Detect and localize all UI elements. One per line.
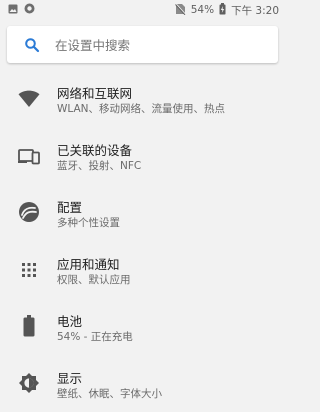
settings-item-title: 显示 (57, 371, 83, 386)
settings-item-battery[interactable]: 电池 54% - 正在充电 (0, 298, 285, 355)
settings-item-title: 已关联的设备 (57, 143, 133, 158)
settings-list: 网络和互联网 WLAN、移动网络、流量使用、热点 已关联的设备 蓝牙、投射、NF… (0, 70, 285, 412)
no-sim-icon (174, 2, 186, 18)
search-placeholder: 在设置中搜索 (55, 38, 131, 53)
status-bar: 54% 下午 3:20 (0, 0, 285, 20)
search-bar[interactable]: 在设置中搜索 (7, 26, 278, 63)
configure-icon (18, 201, 40, 223)
settings-item-subtitle: WLAN、移动网络、流量使用、热点 (57, 103, 226, 115)
settings-item-network[interactable]: 网络和互联网 WLAN、移动网络、流量使用、热点 (0, 70, 285, 127)
settings-item-title: 应用和通知 (57, 257, 120, 272)
battery-icon (18, 315, 40, 337)
settings-item-devices[interactable]: 已关联的设备 蓝牙、投射、NFC (0, 127, 285, 184)
search-icon (24, 37, 40, 53)
settings-item-title: 网络和互联网 (57, 86, 133, 101)
settings-item-subtitle: 多种个性设置 (57, 217, 120, 229)
settings-item-subtitle: 权限、默认应用 (57, 274, 131, 286)
wifi-icon (18, 88, 40, 110)
battery-charging-icon (219, 2, 226, 18)
image-icon (8, 4, 18, 17)
clock: 下午 3:20 (231, 4, 279, 17)
settings-item-subtitle: 壁纸、休眠、字体大小 (57, 388, 162, 400)
settings-item-subtitle: 54% - 正在充电 (57, 331, 133, 343)
status-left (8, 3, 35, 17)
status-right: 54% 下午 3:20 (174, 2, 279, 18)
apps-grid-icon (18, 259, 40, 281)
settings-item-display[interactable]: 显示 壁纸、休眠、字体大小 (0, 355, 285, 412)
settings-item-configure[interactable]: 配置 多种个性设置 (0, 184, 285, 241)
settings-item-apps[interactable]: 应用和通知 权限、默认应用 (0, 241, 285, 298)
settings-item-title: 电池 (57, 314, 83, 329)
brightness-icon (18, 372, 40, 394)
battery-percent: 54% (190, 4, 215, 16)
settings-item-subtitle: 蓝牙、投射、NFC (57, 160, 142, 172)
record-icon (24, 3, 35, 17)
devices-icon (18, 145, 40, 167)
settings-item-title: 配置 (57, 200, 83, 215)
